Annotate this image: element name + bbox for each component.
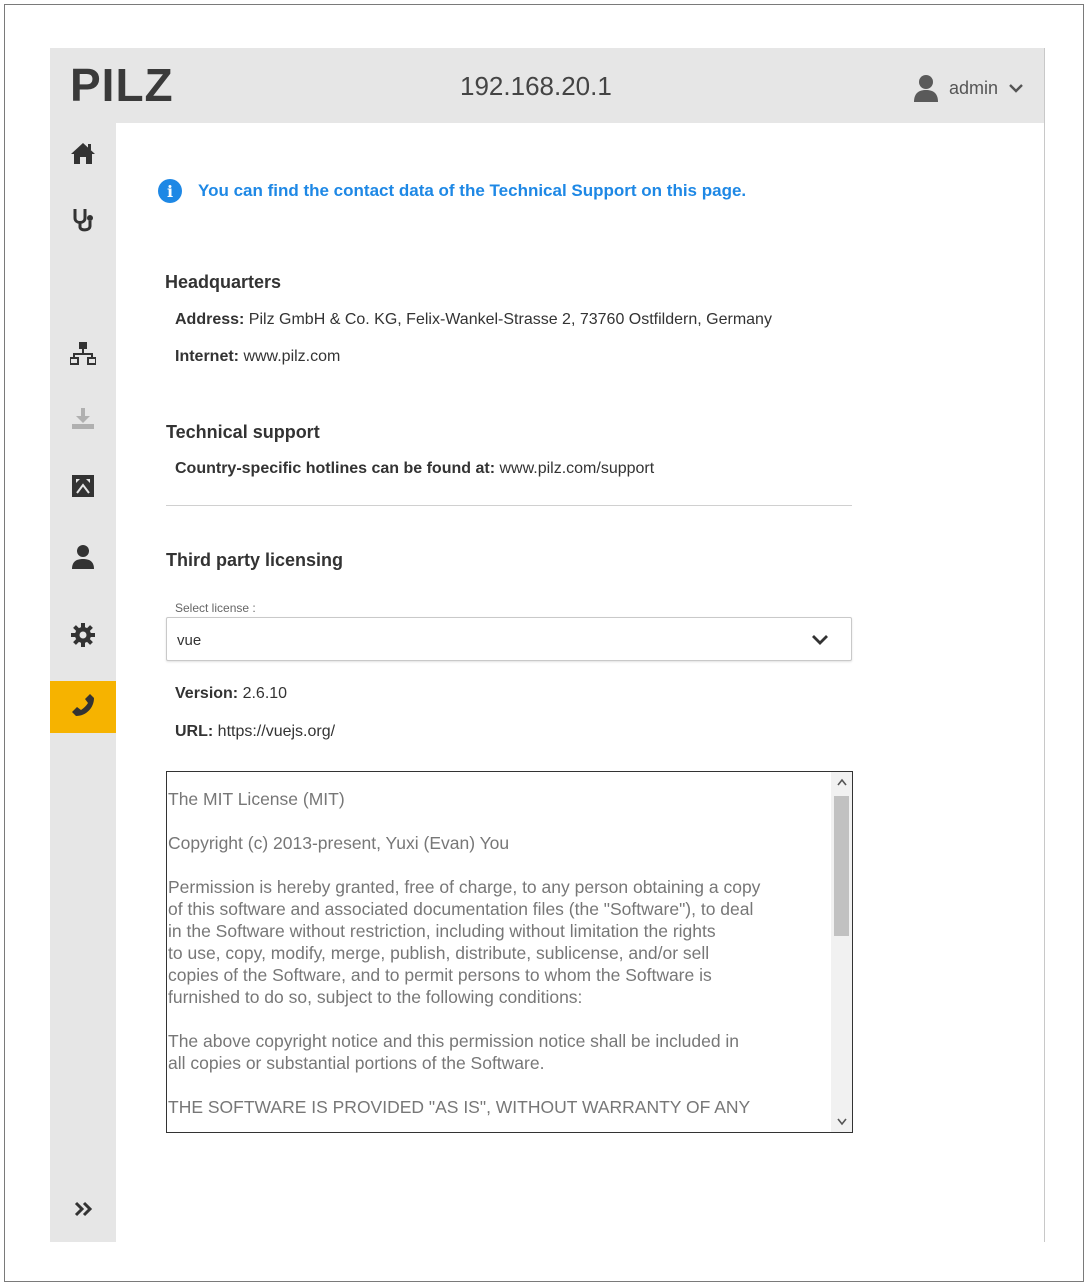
scroll-up-button[interactable] (831, 772, 852, 792)
user-menu[interactable]: admin (913, 74, 1024, 102)
sidebar-item-user[interactable] (50, 533, 116, 585)
hotline-line: Country-specific hotlines can be found a… (175, 460, 654, 478)
internet-value[interactable]: www.pilz.com (239, 348, 340, 365)
network-icon (69, 340, 97, 371)
url-line: URL: https://vuejs.org/ (175, 723, 335, 741)
phone-icon (70, 692, 96, 723)
version-value: 2.6.10 (238, 685, 288, 702)
sidebar-item-network[interactable] (50, 329, 116, 381)
topology-icon (70, 473, 96, 504)
pilz-logo[interactable]: PILZ (70, 60, 174, 110)
sidebar-item-support[interactable] (50, 681, 116, 733)
sidebar-expand-button[interactable] (50, 1185, 116, 1237)
license-text: The MIT License (MIT) Copyright (c) 2013… (168, 789, 761, 1117)
hotline-value[interactable]: www.pilz.com/support (495, 460, 654, 477)
hotline-label: Country-specific hotlines can be found a… (175, 460, 496, 477)
header: PILZ 192.168.20.1 admin (50, 48, 1044, 123)
address-value: Pilz GmbH & Co. KG, Felix-Wankel-Strasse… (244, 311, 772, 328)
support-title: Technical support (166, 422, 320, 442)
select-license-label: Select license : (175, 601, 256, 615)
sidebar-item-settings[interactable] (50, 611, 116, 663)
license-select-value: vue (177, 632, 202, 649)
device-ip: 192.168.20.1 (460, 71, 612, 101)
app-window: PILZ 192.168.20.1 admin i You can find t… (50, 48, 1046, 1242)
licensing-title: Third party licensing (166, 550, 344, 570)
home-icon (70, 140, 96, 171)
caret-up-icon (836, 778, 847, 786)
sidebar-item-diagnostics[interactable] (50, 195, 116, 247)
internet-line: Internet: www.pilz.com (175, 348, 340, 366)
version-line: Version: 2.6.10 (175, 685, 287, 703)
url-label: URL: (175, 723, 214, 740)
user-icon (70, 544, 96, 575)
license-select[interactable]: vue (166, 617, 852, 661)
divider (166, 505, 852, 506)
license-textarea[interactable]: The MIT License (MIT) Copyright (c) 2013… (166, 771, 853, 1133)
caret-down-icon (836, 1118, 847, 1126)
user-icon (913, 74, 939, 102)
sidebar-item-home[interactable] (50, 129, 116, 181)
window-border (1044, 48, 1045, 1242)
headquarters-title: Headquarters (165, 272, 282, 292)
scroll-thumb[interactable] (834, 796, 849, 936)
sidebar (50, 123, 116, 1242)
scrollbar[interactable] (831, 772, 852, 1132)
url-value[interactable]: https://vuejs.org/ (213, 723, 335, 740)
info-icon: i (158, 179, 182, 203)
address-line: Address: Pilz GmbH & Co. KG, Felix-Wanke… (175, 311, 772, 329)
info-banner: i You can find the contact data of the T… (158, 179, 746, 203)
chevron-down-icon (811, 632, 829, 648)
sidebar-item-topology[interactable] (50, 462, 116, 514)
download-icon (70, 405, 96, 436)
main-content: i You can find the contact data of the T… (116, 123, 1044, 1242)
info-text: You can find the contact data of the Tec… (198, 181, 747, 200)
version-label: Version: (175, 685, 239, 702)
scroll-down-button[interactable] (831, 1112, 852, 1132)
internet-label: Internet: (175, 348, 239, 365)
double-chevron-right-icon (70, 1196, 96, 1227)
stethoscope-icon (70, 206, 96, 237)
address-label: Address: (175, 311, 245, 328)
user-name: admin (948, 77, 998, 98)
sidebar-item-download (50, 394, 116, 446)
gear-icon (70, 622, 96, 653)
chevron-down-icon (1008, 80, 1024, 96)
